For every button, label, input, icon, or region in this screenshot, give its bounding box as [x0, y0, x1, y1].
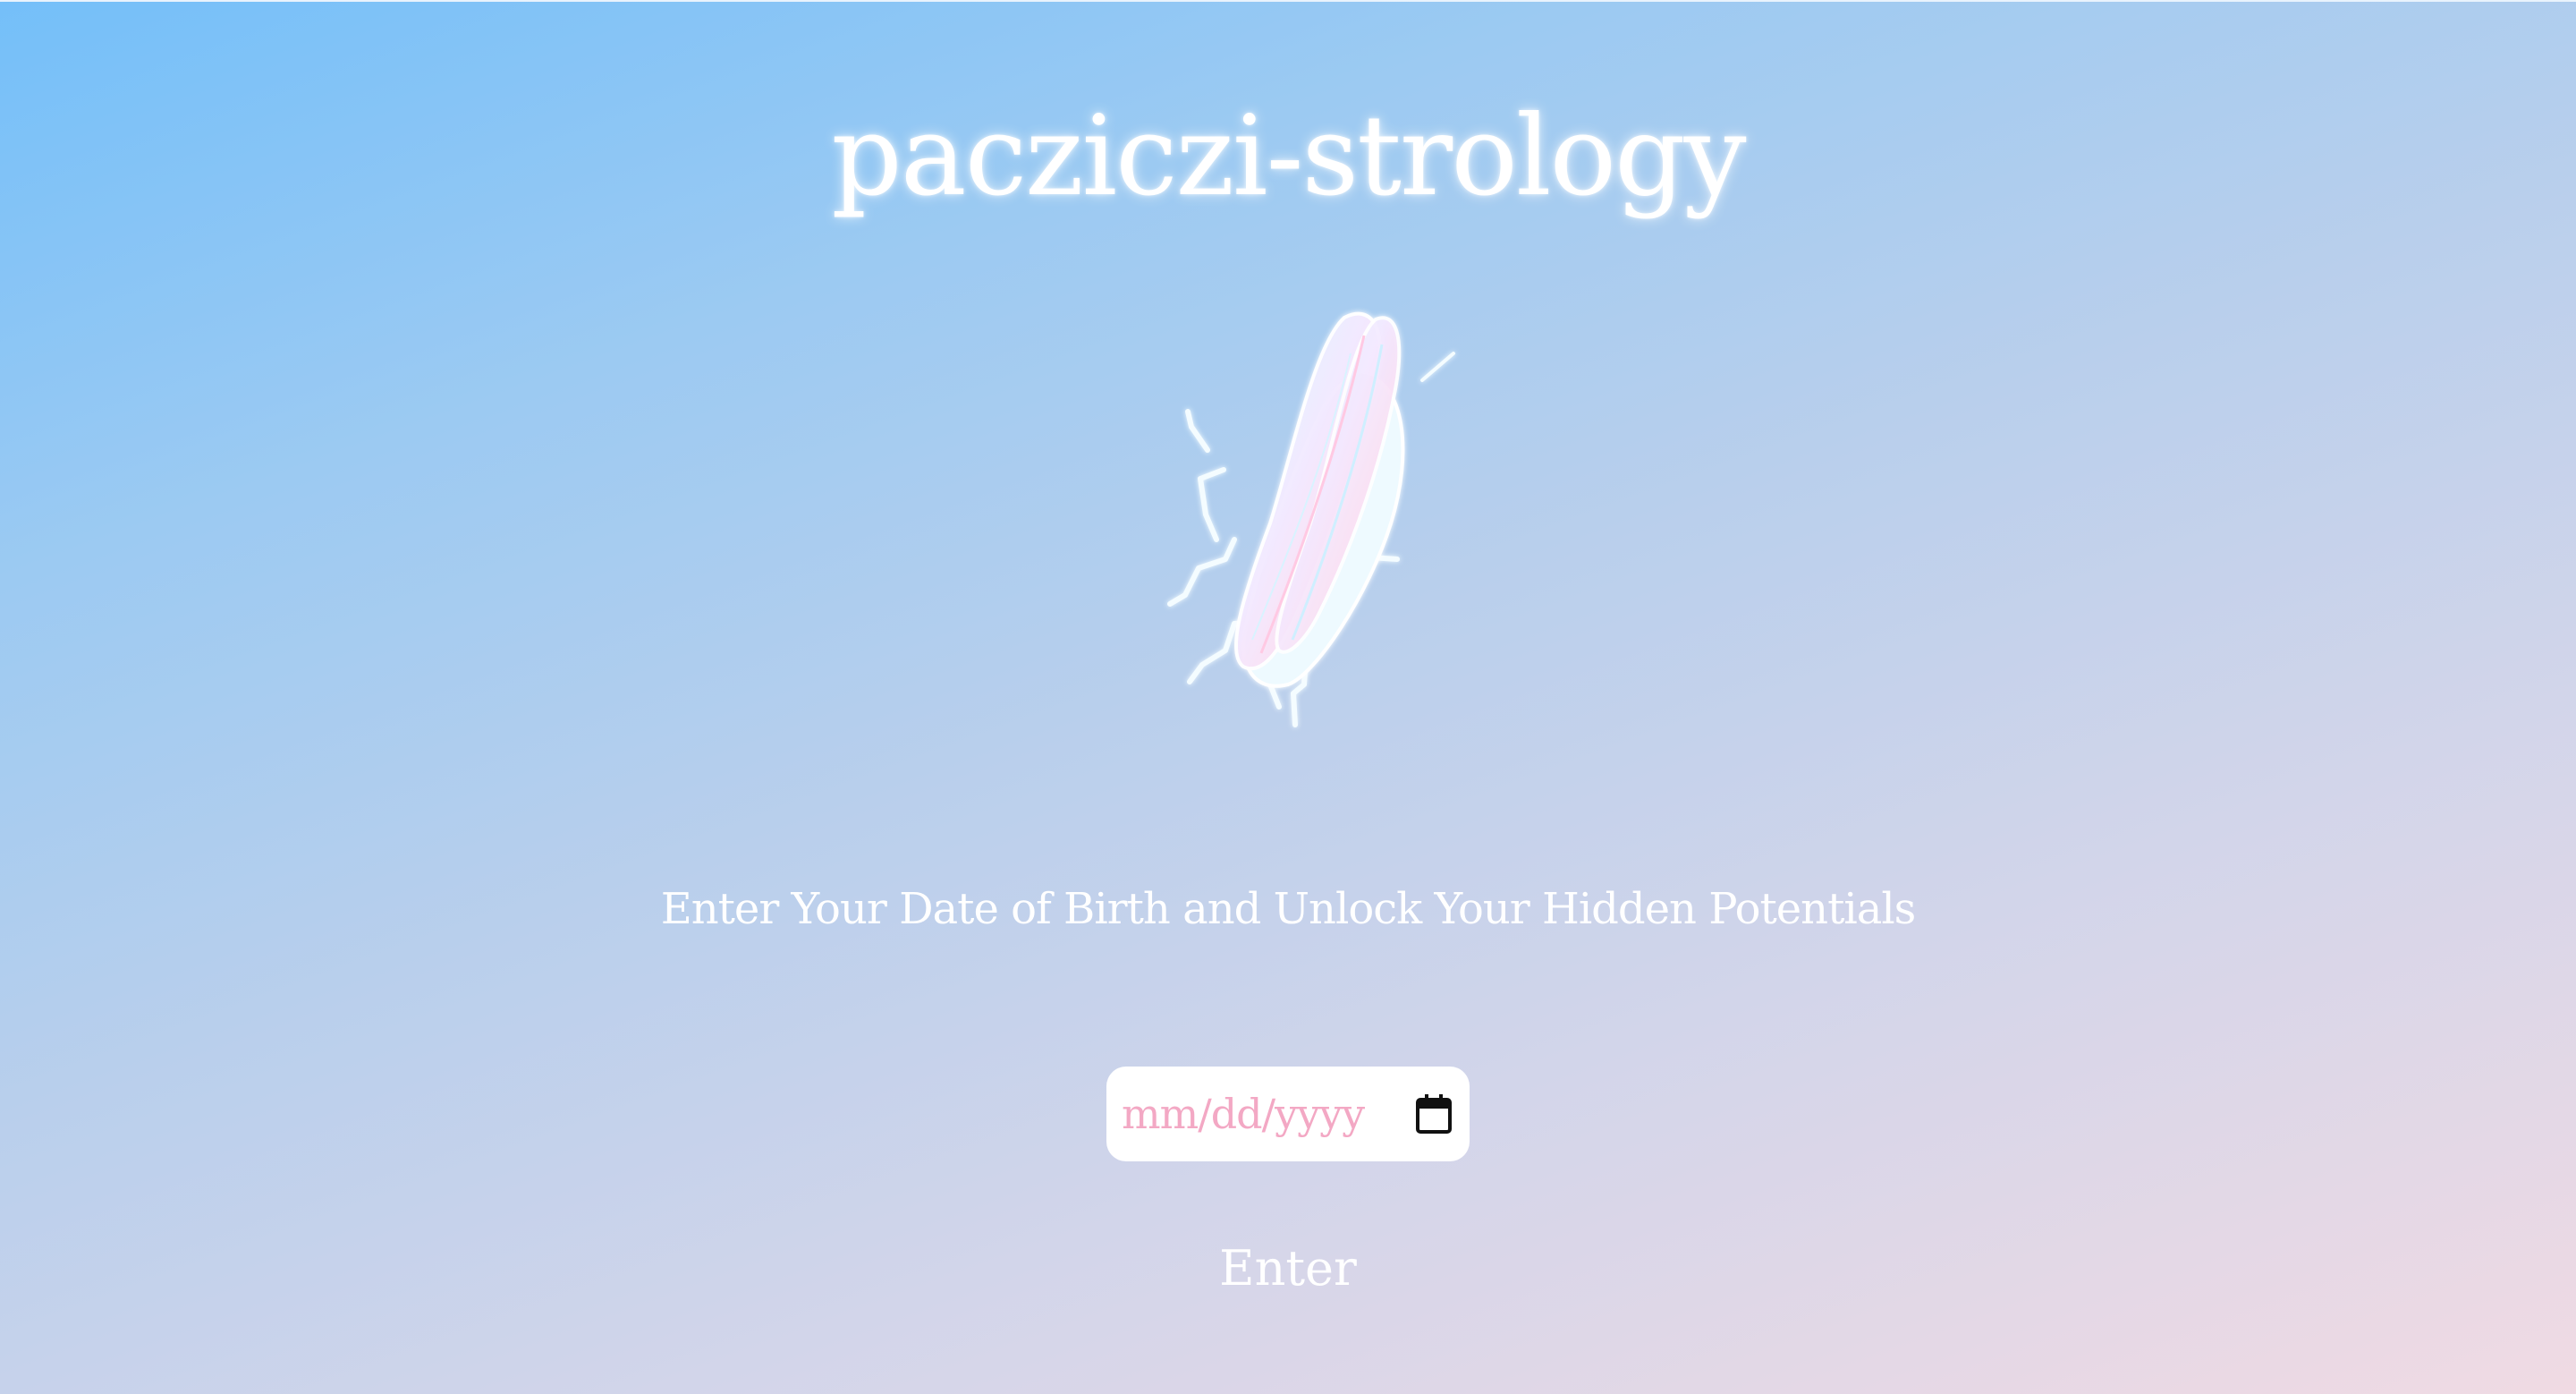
enter-button[interactable]: Enter — [1190, 1233, 1386, 1305]
birthdate-input[interactable]: mm/dd/yyyy — [1106, 1067, 1470, 1161]
calendar-icon[interactable] — [1416, 1094, 1452, 1134]
leafhopper-illustration — [1167, 311, 1455, 727]
page-title: pacziczi-strology — [831, 92, 1746, 221]
birthdate-placeholder: mm/dd/yyyy — [1122, 1090, 1365, 1138]
top-border — [0, 0, 2576, 2]
tagline: Enter Your Date of Birth and Unlock Your… — [660, 884, 1917, 934]
